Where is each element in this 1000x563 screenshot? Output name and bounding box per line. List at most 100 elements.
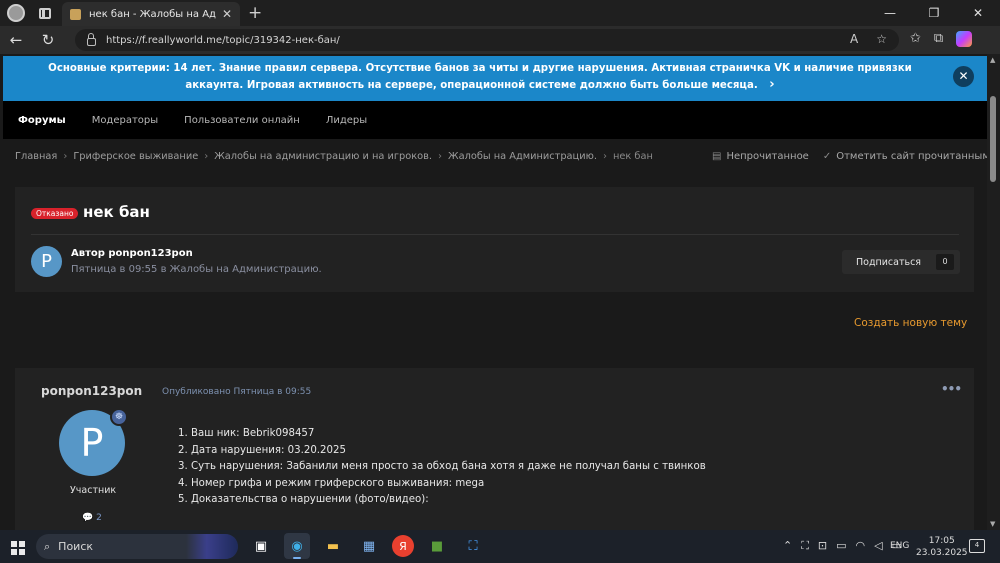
post: ponpon123pon Опубликовано Пятница в 09:5… — [15, 368, 974, 530]
breadcrumb-admin-complaints[interactable]: Жалобы на Администрацию. — [448, 151, 597, 162]
breadcrumb-complaints[interactable]: Жалобы на администрацию и на игроков. — [214, 151, 432, 162]
lock-icon[interactable] — [87, 33, 96, 46]
scroll-up-icon[interactable]: ▲ — [990, 56, 995, 64]
maximize-button[interactable]: ❐ — [912, 0, 956, 26]
status-badge: Отказано — [31, 208, 79, 219]
tray-app-icon[interactable]: ⊡ — [818, 539, 827, 553]
comment-icon: 💬 — [82, 513, 94, 523]
divider — [31, 234, 959, 235]
post-line: 4. Номер грифа и режим гриферского выжив… — [178, 477, 485, 489]
author-prefix: Автор — [71, 248, 105, 259]
banner-close-icon[interactable]: ✕ — [953, 66, 974, 87]
close-window-button[interactable]: ✕ — [956, 0, 1000, 26]
subscribe-button[interactable]: Подписаться 0 — [842, 250, 960, 274]
post-line: 3. Суть нарушения: Забанили меня просто … — [178, 461, 706, 472]
post-count-value: 2 — [96, 513, 102, 523]
breadcrumb-actions: ▤ Непрочитанное ✓ Отметить сайт прочитанны… — [712, 151, 987, 162]
more-options-icon[interactable]: ••• — [941, 382, 962, 396]
read-aloud-icon[interactable]: A — [850, 32, 858, 46]
tab-actions-icon[interactable] — [39, 7, 51, 19]
unread-label: Непрочитанное — [726, 151, 809, 162]
new-tab-button[interactable]: + — [248, 3, 262, 23]
chevron-right-icon[interactable]: › — [769, 77, 774, 92]
minecraft-icon[interactable]: ■ — [424, 533, 450, 559]
mark-read-label: Отметить сайт прочитанным — [836, 151, 987, 162]
topic-author: Автор ponpon123pon — [71, 248, 193, 259]
scroll-down-icon[interactable]: ▼ — [990, 520, 995, 528]
user-role: Участник — [70, 485, 117, 496]
start-button[interactable] — [5, 532, 35, 562]
clock[interactable]: 17:05 23.03.2025 — [916, 535, 968, 559]
post-date[interactable]: Опубликовано Пятница в 09:55 — [162, 387, 311, 397]
subscriber-count: 0 — [936, 254, 954, 270]
taskbar: ⌕ Поиск ▣ ◉ ▬ ▦ Я ■ ⛶ ⌃ ⛶ ⊡ ▭ ◠ ◁ ▭ ENG … — [0, 530, 1000, 563]
announcement-banner: Основные критерии: 14 лет. Знание правил… — [3, 56, 987, 101]
store-icon[interactable]: ▦ — [356, 533, 382, 559]
taskbar-apps: ▣ ◉ ▬ ▦ Я ■ ⛶ — [248, 533, 486, 559]
breadcrumb-sep: › — [63, 151, 68, 162]
chevron-up-icon[interactable]: ⌃ — [783, 539, 792, 553]
tab-title: нек бан - Жалобы на Администр — [89, 8, 216, 20]
minimize-button[interactable]: — — [868, 0, 912, 26]
nav-online-users[interactable]: Пользователи онлайн — [184, 115, 300, 126]
breadcrumb-griefer[interactable]: Гриферское выживание — [73, 151, 198, 162]
page-viewport: Основные критерии: 14 лет. Знание правил… — [0, 54, 987, 530]
page-scrollbar[interactable]: ▲ ▼ — [987, 54, 1000, 530]
create-topic-link[interactable]: Создать новую тему — [854, 317, 967, 329]
post-author[interactable]: ponpon123pon — [41, 384, 142, 398]
yandex-icon[interactable]: Я — [392, 535, 414, 557]
edge-icon[interactable]: ◉ — [284, 533, 310, 559]
taskbar-search[interactable]: ⌕ Поиск — [36, 534, 238, 559]
browser-tab-strip: нек бан - Жалобы на Администр ✕ + — ❐ ✕ — [0, 0, 1000, 26]
breadcrumb-sep: › — [204, 151, 209, 162]
breadcrumb-home[interactable]: Главная — [15, 151, 57, 162]
tab-close-icon[interactable]: ✕ — [222, 7, 232, 21]
nav-leaders[interactable]: Лидеры — [326, 115, 367, 126]
window-controls: — ❐ ✕ — [868, 0, 1000, 26]
unread-link[interactable]: ▤ Непрочитанное — [712, 151, 809, 162]
windows-logo-icon — [11, 540, 17, 547]
avatar[interactable]: P — [31, 246, 62, 277]
breadcrumb-sep: › — [438, 151, 443, 162]
wifi-icon[interactable]: ◠ — [856, 539, 866, 553]
mark-read-link[interactable]: ✓ Отметить сайт прочитанным — [823, 151, 987, 162]
windows-logo-icon — [19, 548, 25, 555]
tray-app-icon[interactable]: ⛶ — [801, 539, 809, 553]
post-line: 2. Дата нарушения: 03.20.2025 — [178, 444, 346, 456]
nav-moderators[interactable]: Модераторы — [92, 115, 158, 126]
post-count[interactable]: 💬 2 — [82, 513, 102, 523]
scroll-thumb[interactable] — [990, 96, 996, 182]
unread-icon: ▤ — [712, 151, 722, 162]
main-nav: Форумы Модераторы Пользователи онлайн Ли… — [3, 101, 987, 139]
author-link[interactable]: ponpon123pon — [108, 248, 192, 259]
favorites-icon[interactable]: ✩ — [910, 31, 921, 47]
subscribe-label: Подписаться — [856, 256, 922, 268]
reload-icon[interactable]: ↻ — [32, 31, 64, 49]
post-content: 1. Ваш ник: Bebrik098457 2. Дата нарушен… — [178, 426, 706, 509]
browser-tab[interactable]: нек бан - Жалобы на Администр ✕ — [62, 2, 240, 26]
browser-extras: ✩ ⧉ — [910, 31, 973, 47]
tray-app-icon[interactable]: ▭ — [836, 539, 846, 553]
volume-icon[interactable]: ◁ — [874, 539, 882, 553]
notification-icon[interactable]: 4 — [969, 539, 985, 553]
topic-header: Отказано нек бан P Автор ponpon123pon Пя… — [15, 187, 974, 292]
rank-badge-icon: ☸ — [110, 408, 128, 426]
collections-icon[interactable]: ⧉ — [934, 31, 943, 47]
favorite-star-icon[interactable]: ☆ — [876, 32, 887, 46]
task-view-icon[interactable]: ▣ — [248, 533, 274, 559]
announcement-text: Основные критерии: 14 лет. Знание правил… — [48, 63, 912, 91]
topic-title: нек бан — [83, 203, 150, 221]
copilot-icon[interactable] — [956, 31, 973, 47]
address-bar[interactable]: https://f.reallyworld.me/topic/319342-не… — [75, 29, 899, 51]
clock-time: 17:05 — [928, 536, 955, 546]
breadcrumb-current: нек бан — [612, 151, 653, 162]
language-indicator[interactable]: ENG — [890, 541, 909, 551]
windows-logo-icon — [19, 540, 25, 547]
nav-forums[interactable]: Форумы — [18, 115, 66, 126]
clock-date: 23.03.2025 — [916, 548, 968, 558]
profile-avatar-icon[interactable] — [7, 4, 25, 22]
browser-toolbar: ← ↻ https://f.reallyworld.me/topic/31934… — [0, 26, 1000, 54]
snipping-tool-icon[interactable]: ⛶ — [460, 533, 486, 559]
back-arrow-icon[interactable]: ← — [0, 31, 32, 49]
file-explorer-icon[interactable]: ▬ — [320, 533, 346, 559]
